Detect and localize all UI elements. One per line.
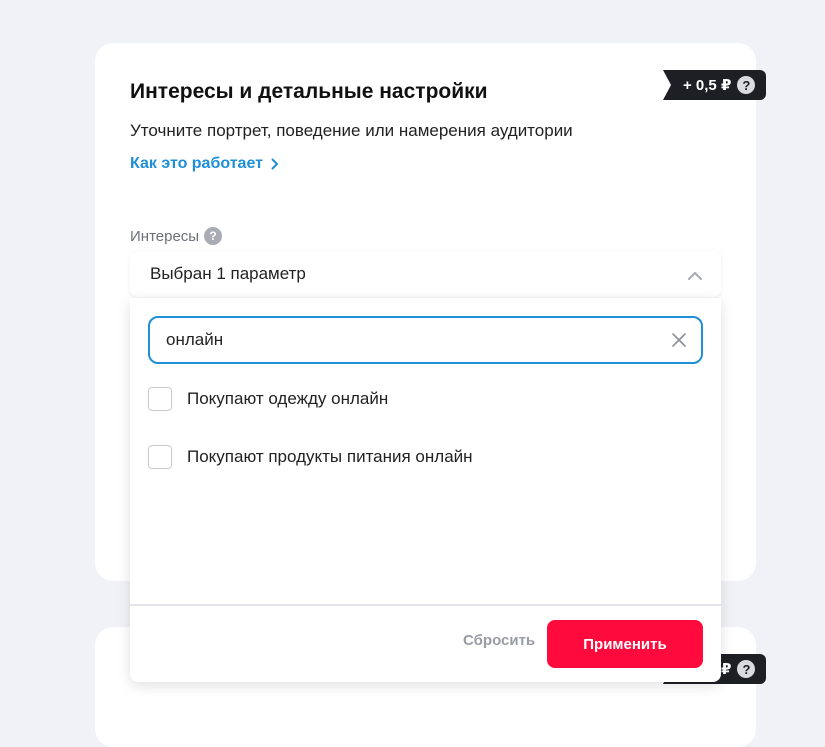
chevron-up-icon — [687, 266, 703, 286]
reset-button[interactable]: Сбросить — [463, 632, 535, 649]
price-badge: + 0,5 ₽ ? — [663, 70, 766, 100]
interest-option-label: Покупают продукты питания онлайн — [187, 447, 473, 466]
interest-option[interactable]: Покупают продукты питания онлайн — [148, 444, 473, 470]
interests-selected-summary: Выбран 1 параметр — [150, 264, 306, 283]
how-it-works-link[interactable]: Как это работает — [130, 155, 279, 173]
how-it-works-label: Как это работает — [130, 155, 263, 172]
interests-search — [148, 316, 703, 364]
interests-label-text: Интересы — [130, 227, 200, 245]
section-title: Интересы и детальные настройки — [130, 80, 488, 103]
interests-dropdown: Покупают одежду онлайн Покупают продукты… — [130, 298, 721, 682]
section-subtitle: Уточните портрет, поведение или намерени… — [130, 121, 573, 140]
price-badge-text: + 0,5 ₽ — [683, 77, 732, 94]
apply-button[interactable]: Применить — [547, 620, 703, 668]
help-icon[interactable]: ? — [737, 76, 756, 94]
close-icon[interactable] — [671, 332, 687, 348]
help-icon[interactable]: ? — [737, 660, 756, 678]
checkbox[interactable] — [148, 387, 172, 411]
interest-option-label: Покупают одежду онлайн — [187, 389, 389, 408]
interest-option[interactable]: Покупают одежду онлайн — [148, 386, 388, 412]
checkbox[interactable] — [148, 445, 172, 469]
interests-label: Интересы ? — [130, 227, 223, 245]
help-icon[interactable]: ? — [204, 227, 223, 245]
search-input[interactable] — [166, 328, 646, 352]
divider — [130, 604, 721, 606]
price-badge-bottom-text: ₽ — [721, 661, 732, 678]
chevron-right-icon — [271, 157, 279, 175]
interests-select[interactable]: Выбран 1 параметр — [130, 251, 721, 297]
